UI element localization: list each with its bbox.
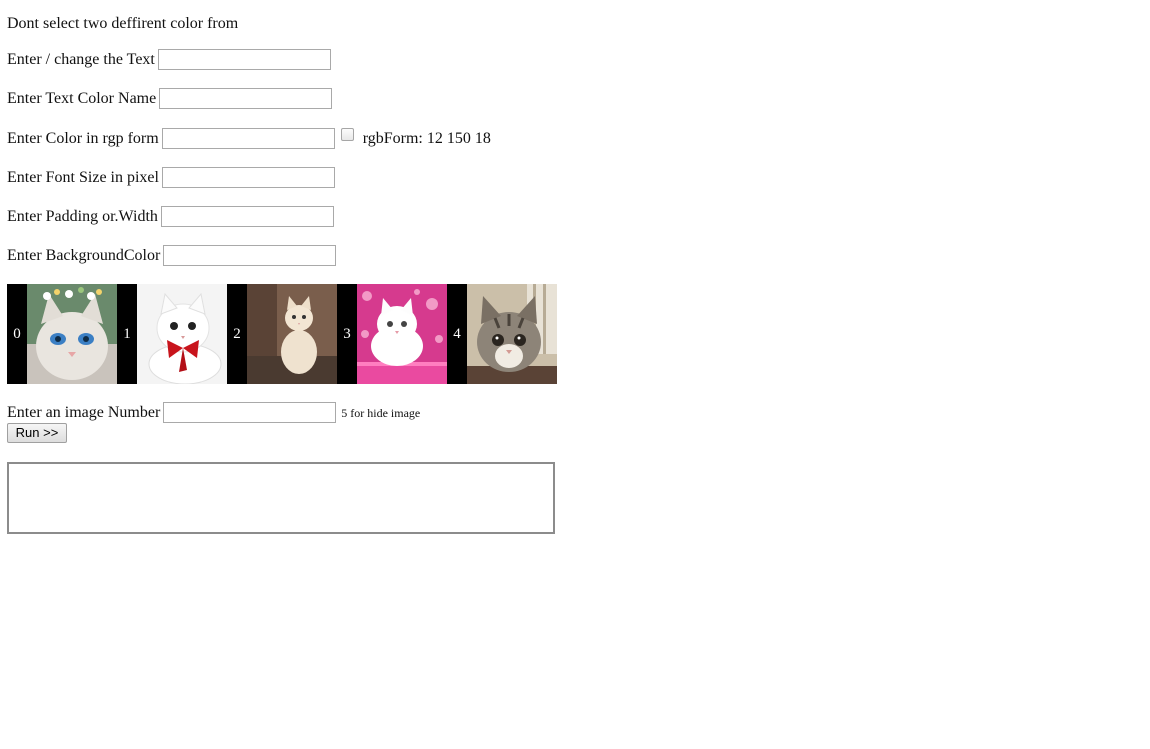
gallery-item: 4 [447, 284, 557, 384]
image-number: 4 [447, 284, 467, 384]
font-size-label: Enter Font Size in pixel [7, 168, 159, 186]
image-number: 1 [117, 284, 137, 384]
bg-color-input[interactable] [163, 245, 337, 266]
color-name-input[interactable] [159, 88, 333, 109]
image-number-label: Enter an image Number [7, 403, 161, 421]
rgb-input[interactable] [161, 128, 335, 149]
run-button[interactable]: Run >> [7, 423, 67, 443]
image-number: 2 [227, 284, 247, 384]
image-number-input[interactable] [163, 402, 337, 423]
padding-row: Enter Padding or.Width [7, 206, 334, 227]
gallery-item: 2 [227, 284, 337, 384]
font-size-input[interactable] [161, 167, 335, 188]
cream-kitten-sitting-icon [247, 284, 337, 384]
text-row: Enter / change the Text [7, 49, 331, 70]
warning-label: Dont select two deffirent color from [7, 15, 239, 32]
image-hint: 5 for hide image [341, 405, 421, 420]
image-number: 3 [337, 284, 357, 384]
color-name-row: Enter Text Color Name [7, 88, 333, 109]
tabby-kitten-closeup-icon [467, 284, 557, 384]
gallery-item: 3 [337, 284, 447, 384]
rgb-form-checkbox[interactable] [340, 128, 354, 141]
color-name-label: Enter Text Color Name [7, 89, 157, 107]
font-size-row: Enter Font Size in pixel [7, 167, 335, 188]
rgb-row: Enter Color in rgp form rgbForm: 12 150 … [7, 128, 491, 149]
text-label: Enter / change the Text [7, 50, 155, 68]
white-kitten-red-bow-icon [137, 284, 227, 384]
bg-color-row: Enter BackgroundColor [7, 245, 337, 266]
white-kitten-blue-eyes-flower-crown-icon [27, 284, 117, 384]
warning-text: Dont select two deffirent color from [7, 14, 238, 34]
white-kitten-pink-background-icon [357, 284, 447, 384]
text-input[interactable] [157, 49, 331, 70]
image-number-row: Enter an image Number 5 for hide image [7, 402, 420, 423]
bg-color-label: Enter BackgroundColor [7, 246, 161, 264]
padding-label: Enter Padding or.Width [7, 207, 158, 225]
output-box [7, 462, 555, 534]
kitten-gallery: 0 1 2 3 4 [7, 284, 557, 384]
padding-input[interactable] [160, 206, 334, 227]
rgb-label: Enter Color in rgp form [7, 129, 159, 147]
image-number: 0 [7, 284, 27, 384]
gallery-item: 1 [117, 284, 227, 384]
gallery-item: 0 [7, 284, 117, 384]
rgb-form-note: rgbForm: 12 150 18 [362, 129, 491, 147]
